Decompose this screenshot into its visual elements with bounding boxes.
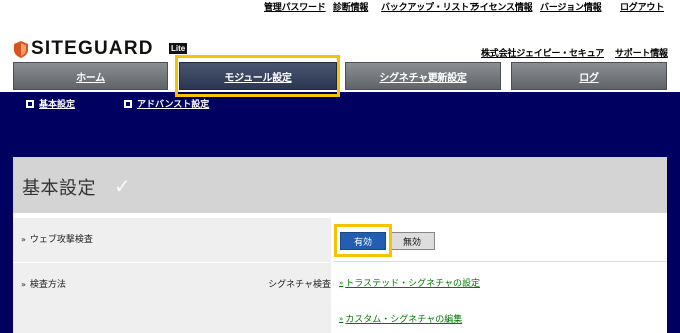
subnav-basic-settings[interactable]: 基本設定 [26,97,75,110]
row-web-attack-inspection: ウェブ攻撃検査 [13,218,331,262]
link-label: トラステッド・シグネチャの設定 [345,279,481,289]
square-bullet-icon [124,99,132,108]
tab-home[interactable]: ホーム [13,62,168,90]
disable-button[interactable]: 無効 [389,232,435,250]
custom-signature-link[interactable]: » カスタム・シグネチャの編集 [339,312,463,326]
tab-module-settings[interactable]: モジュール設定 [179,62,337,90]
tab-log[interactable]: ログ [511,62,667,90]
version-info-link[interactable]: バージョン情報 [540,0,602,13]
diagnostics-link[interactable]: 診断情報 [333,0,368,13]
square-bullet-icon [26,99,34,108]
page-title: 基本設定 [22,178,96,199]
enable-button[interactable]: 有効 [340,232,386,250]
row-label: ウェブ攻撃検査 [21,232,93,245]
link-arrow-icon: » [339,278,344,287]
top-links-bar: 管理パスワード 診断情報 バックアップ・リストア ライセンス情報 バージョン情報… [0,0,680,14]
row-inspection-method: 検査方法 シグネチャ検査 [13,263,331,333]
tab-label: ログ [579,72,599,84]
link-label: カスタム・シグネチャの編集 [345,315,463,325]
backup-restore-link[interactable]: バックアップ・リストア [381,0,478,13]
logout-link[interactable]: ログアウト [620,0,664,13]
subnav-label: 基本設定 [39,100,76,110]
admin-password-link[interactable]: 管理パスワード [264,0,326,13]
tab-label: シグネチャ更新設定 [379,72,467,84]
subnav-advanced-settings[interactable]: アドバンスト設定 [124,97,209,110]
row-label: 検査方法 [21,277,66,290]
panel-header: 基本設定 ✓ [13,157,667,213]
subnav-label: アドバンスト設定 [137,100,210,110]
checkmark-icon: ✓ [114,174,131,198]
row-value: シグネチャ検査 [268,280,331,290]
shield-logo-icon [14,41,28,58]
tab-label: モジュール設定 [224,72,292,84]
support-info-link[interactable]: サポート情報 [615,46,668,59]
divider [333,261,667,262]
company-link[interactable]: 株式会社ジェイピー・セキュア [481,46,604,59]
tab-signature-update[interactable]: シグネチャ更新設定 [345,62,501,90]
logo-lite-badge: Lite [169,43,188,54]
license-info-link[interactable]: ライセンス情報 [471,0,533,13]
link-arrow-icon: » [339,314,344,323]
tab-label: ホーム [76,72,105,84]
trusted-signature-link[interactable]: » トラステッド・シグネチャの設定 [339,276,481,290]
logo-text: SITEGUARD [31,38,154,59]
